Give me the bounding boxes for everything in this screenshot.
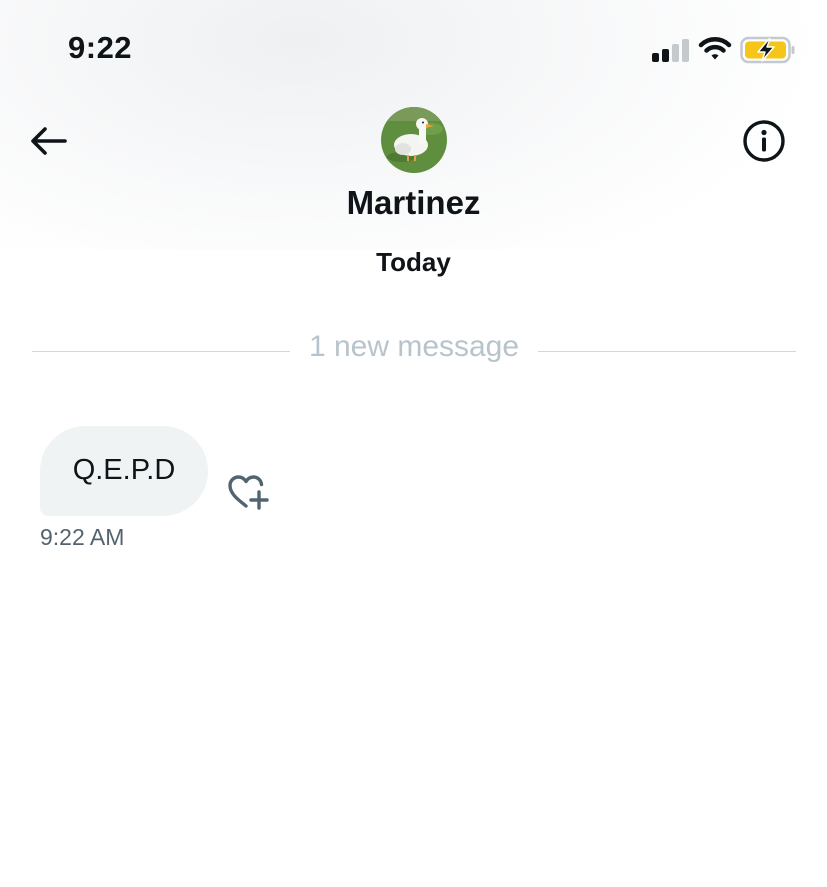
message-timestamp: 9:22 AM	[40, 524, 125, 550]
battery-charging-icon	[740, 36, 796, 69]
message-bubble[interactable]: Q.E.P.D	[40, 426, 208, 516]
back-button[interactable]	[28, 120, 70, 162]
divider-line-left	[32, 351, 290, 352]
status-time: 9:22	[68, 30, 133, 65]
conversation-info-button[interactable]	[741, 118, 787, 164]
date-separator: Today	[376, 247, 451, 277]
arrow-left-icon	[31, 127, 67, 155]
heart-plus-icon	[228, 475, 269, 510]
contact-name[interactable]: Martinez	[0, 184, 827, 222]
new-message-indicator: 1 new message	[308, 330, 520, 363]
message-text: Q.E.P.D	[72, 454, 176, 486]
cellular-signal-icon	[652, 38, 690, 62]
duck-avatar-image	[381, 107, 447, 173]
info-circle-icon	[743, 120, 785, 162]
divider-line-right	[538, 351, 796, 352]
wifi-icon	[698, 36, 732, 67]
avatar[interactable]	[381, 107, 447, 173]
add-reaction-button[interactable]	[224, 470, 272, 514]
